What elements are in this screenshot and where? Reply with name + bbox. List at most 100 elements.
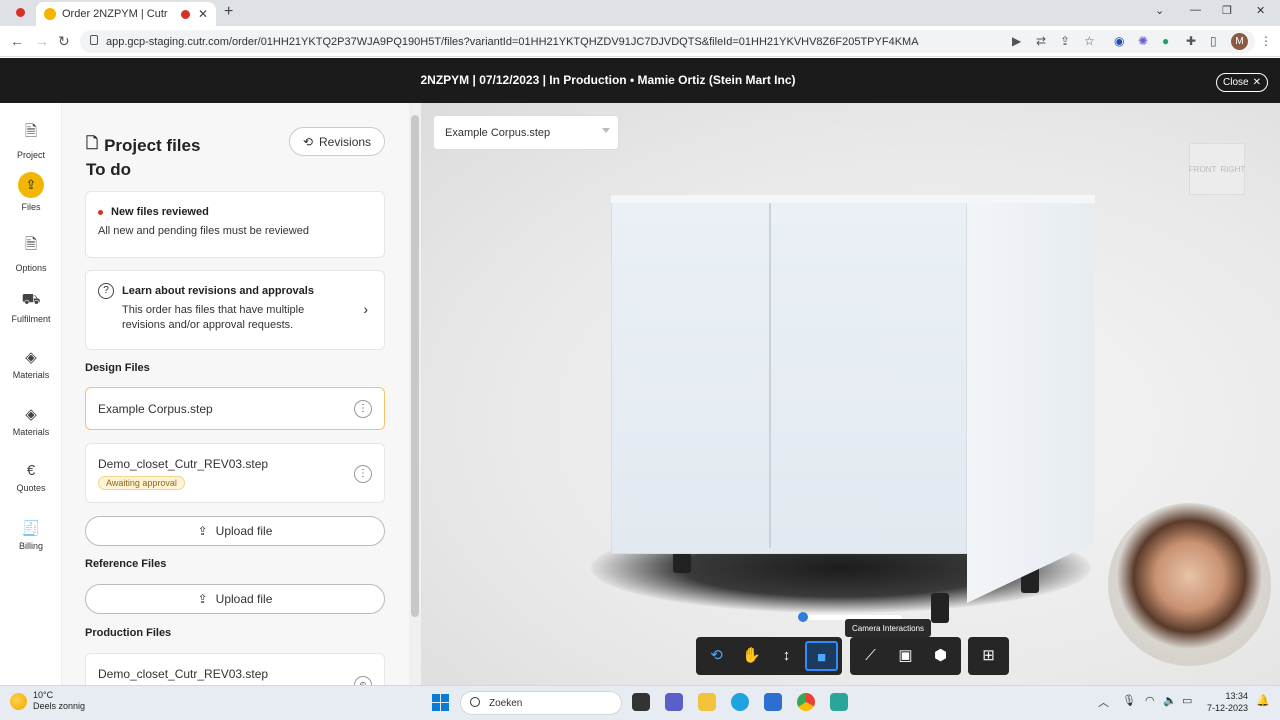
upload-design-file-button[interactable]: ⇪ Upload file bbox=[85, 516, 385, 546]
file-explorer-icon[interactable] bbox=[698, 693, 716, 711]
teams-icon[interactable] bbox=[665, 693, 683, 711]
new-tab-button[interactable]: + bbox=[224, 3, 233, 21]
edge-icon[interactable] bbox=[731, 693, 749, 711]
section-box-icon[interactable]: ▣ bbox=[889, 641, 922, 671]
camera-toolbar: ⟲ ✋ ↕ ■ bbox=[696, 637, 842, 675]
explode-cube-icon[interactable]: ⬢ bbox=[924, 641, 957, 671]
nav-item-fulfilment[interactable]: ⛟ Fulfilment bbox=[0, 291, 62, 324]
lock-icon[interactable] bbox=[90, 35, 98, 45]
camera-permission-icon[interactable]: ▶ bbox=[1012, 34, 1021, 48]
panel-scrollbar-thumb[interactable] bbox=[411, 115, 419, 617]
selected-file: Example Corpus.step bbox=[445, 126, 551, 139]
side-panel-icon[interactable]: ▯ bbox=[1210, 34, 1217, 48]
microphone-icon[interactable]: 🎙 bbox=[1122, 694, 1136, 707]
browser-tab[interactable]: Order 2NZPYM | Cutr ✕ bbox=[36, 2, 216, 26]
share-icon[interactable]: ⇪ bbox=[1060, 34, 1070, 48]
minimize-button[interactable]: — bbox=[1190, 4, 1201, 16]
nav-label: Billing bbox=[18, 541, 43, 551]
weather-widget[interactable]: 10°C Deels zonnig bbox=[10, 690, 85, 712]
maximize-button[interactable]: ❐ bbox=[1222, 4, 1232, 17]
tools-toolbar: ⟋ ▣ ⬢ bbox=[850, 637, 961, 675]
extension-icon[interactable]: ◉ bbox=[1114, 34, 1124, 48]
grammarly-icon[interactable]: ● bbox=[1162, 34, 1169, 48]
file-item-example-corpus[interactable]: Example Corpus.step ⋮ bbox=[85, 387, 385, 430]
help-circle-icon: ? bbox=[98, 283, 114, 299]
alert-heading: New files reviewed bbox=[98, 206, 372, 218]
volume-icon[interactable]: 🔈 bbox=[1163, 694, 1177, 707]
notification-bell-icon[interactable]: 🔔 bbox=[1256, 694, 1270, 707]
nav-label: Materials bbox=[12, 370, 50, 380]
view-cube[interactable]: FRONT RIGHT bbox=[1189, 143, 1245, 195]
taskbar-search[interactable]: Zoeken bbox=[460, 691, 622, 715]
review-alert-card: New files reviewed All new and pending f… bbox=[85, 191, 385, 258]
url-input[interactable]: app.gcp-staging.cutr.com/order/01HH21YKT… bbox=[80, 30, 1255, 53]
left-nav: 🗎 Project ⇪ Files 🗎 Options ⛟ Fulfilment… bbox=[0, 103, 62, 685]
browser-menu-icon[interactable]: ⋮ bbox=[1260, 34, 1272, 48]
slider-knob[interactable] bbox=[798, 612, 808, 622]
orbit-icon[interactable]: ⟲ bbox=[700, 641, 733, 671]
window-close-button[interactable]: ✕ bbox=[1256, 4, 1265, 17]
file-item-demo-closet[interactable]: Demo_closet_Cutr_REV03.step Awaiting app… bbox=[85, 443, 385, 503]
battery-icon[interactable]: ▭ bbox=[1182, 694, 1192, 707]
zoom-vertical-icon[interactable]: ↕ bbox=[770, 641, 803, 671]
alert-heading-text: New files reviewed bbox=[111, 206, 209, 218]
profile-avatar[interactable]: M bbox=[1231, 33, 1248, 50]
nav-item-options[interactable]: 🗎 Options bbox=[0, 234, 62, 273]
panel-title-text: Project files bbox=[104, 135, 201, 155]
more-options-icon[interactable]: ⋮ bbox=[354, 465, 372, 483]
task-view-icon[interactable] bbox=[632, 693, 650, 711]
app-icon[interactable] bbox=[830, 693, 848, 711]
wifi-icon[interactable]: ◠ bbox=[1145, 694, 1155, 707]
file-item-production[interactable]: Demo_closet_Cutr_REV03.step ◴ bbox=[85, 653, 385, 685]
file-upload-icon: ⇪ bbox=[197, 524, 208, 538]
revisions-button[interactable]: ⟲ Revisions bbox=[289, 127, 385, 156]
document-icon: 🗎 bbox=[24, 236, 38, 253]
nav-item-billing[interactable]: 🧾 Billing bbox=[0, 519, 62, 551]
order-title: 2NZPYM | 07/12/2023 | In Production • Ma… bbox=[420, 73, 796, 87]
store-icon[interactable] bbox=[764, 693, 782, 711]
browser-tab-title: Order 2NZPYM | Cutr bbox=[62, 8, 168, 20]
nav-item-files[interactable]: ⇪ Files bbox=[0, 172, 62, 212]
taskbar-clock[interactable]: 13:34 7-12-2023 bbox=[1200, 690, 1248, 714]
chrome-icon[interactable] bbox=[797, 693, 815, 711]
tab-close-icon[interactable]: ✕ bbox=[198, 7, 208, 21]
app-header: 2NZPYM | 07/12/2023 | In Production • Ma… bbox=[0, 58, 1280, 103]
recording-indicator-icon bbox=[16, 8, 25, 17]
puzzle-extensions-icon[interactable]: ✚ bbox=[1186, 34, 1196, 48]
upload-reference-file-button[interactable]: ⇪ Upload file bbox=[85, 584, 385, 614]
tray-chevron-icon[interactable]: ︿ bbox=[1098, 694, 1109, 710]
design-files-heading: Design Files bbox=[85, 362, 150, 374]
file-name: Demo_closet_Cutr_REV03.step bbox=[98, 457, 269, 471]
bookmark-star-icon[interactable]: ☆ bbox=[1084, 34, 1095, 48]
nav-item-materials-2[interactable]: ◈ Materials bbox=[0, 405, 62, 437]
clock-date: 7-12-2023 bbox=[1206, 703, 1248, 713]
structure-toolbar: ⊞ bbox=[968, 637, 1009, 675]
file-select-dropdown[interactable]: Example Corpus.step bbox=[433, 115, 619, 150]
panel-title: 🗋 Project files bbox=[86, 133, 200, 158]
nav-label: Quotes bbox=[16, 483, 46, 493]
measure-ruler-icon[interactable]: ⟋ bbox=[854, 641, 887, 671]
tab-search-icon[interactable]: ⌄ bbox=[1155, 4, 1164, 17]
nav-item-materials[interactable]: ◈ Materials bbox=[0, 348, 62, 380]
more-options-icon[interactable]: ⋮ bbox=[354, 400, 372, 418]
weather-temp: 10°C bbox=[33, 690, 54, 700]
translate-icon[interactable]: ⇄ bbox=[1036, 34, 1046, 48]
layers-icon: ◈ bbox=[25, 349, 37, 366]
pan-hand-icon[interactable]: ✋ bbox=[735, 641, 768, 671]
production-files-heading: Production Files bbox=[85, 627, 172, 639]
nav-label: Materials bbox=[12, 427, 50, 437]
back-button[interactable]: ← bbox=[10, 33, 24, 49]
cutr-favicon-icon bbox=[44, 8, 56, 20]
alert-body: All new and pending files must be review… bbox=[98, 225, 309, 237]
reload-button[interactable]: ↻ bbox=[58, 33, 70, 50]
viewcube-front-label: FRONT bbox=[1188, 164, 1217, 174]
nav-item-quotes[interactable]: € Quotes bbox=[0, 462, 62, 493]
revisions-info-card[interactable]: ? Learn about revisions and approvals Th… bbox=[85, 270, 385, 350]
forward-button[interactable]: → bbox=[35, 33, 49, 49]
close-button[interactable]: Close ✕ bbox=[1216, 73, 1268, 92]
extension-gear-icon[interactable]: ✺ bbox=[1138, 34, 1148, 48]
hierarchy-icon[interactable]: ⊞ bbox=[972, 641, 1005, 671]
windows-start-icon[interactable] bbox=[432, 694, 449, 711]
camera-icon[interactable]: ■ bbox=[805, 641, 838, 671]
nav-item-project[interactable]: 🗎 Project bbox=[0, 121, 62, 160]
